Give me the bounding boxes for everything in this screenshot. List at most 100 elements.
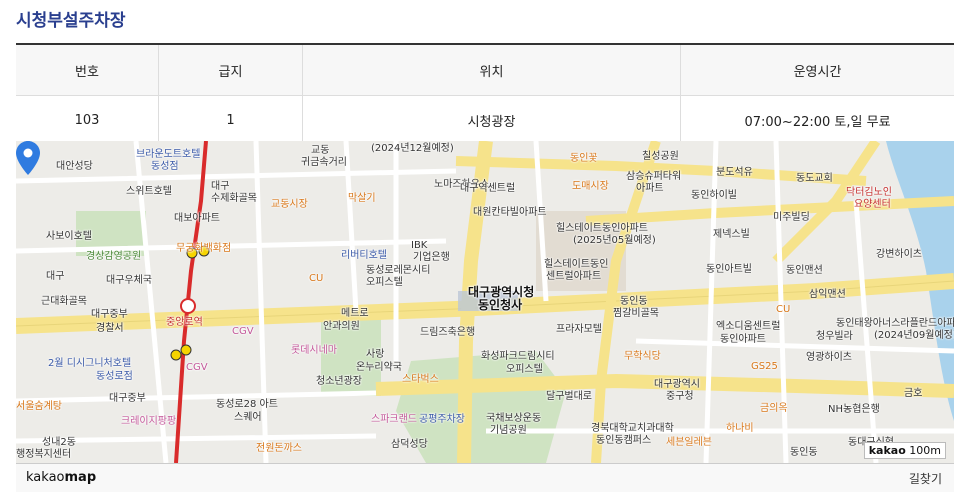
map-label: NH농협은행 (828, 404, 880, 415)
map-label: (2024년12월예정) (371, 143, 454, 154)
map-label: 드림즈축은행 (420, 327, 476, 338)
map-label: 스파크랜드 (371, 414, 417, 425)
map-label: 동도교회 (796, 173, 833, 184)
map-label: 찜갈비골목 (613, 308, 659, 319)
map-label: 금호 (904, 388, 923, 399)
map-label: 온누리약국 (356, 362, 402, 373)
map-footer: kakaomap 길찾기 (16, 463, 954, 492)
header-grade: 급지 (158, 43, 303, 96)
map-label: 대구광역시 (654, 379, 700, 390)
map-label: 무학식당 (624, 351, 661, 362)
map-label: 삼덕성당 (391, 439, 428, 450)
map-label: 동인동 (790, 447, 818, 458)
location-pin-icon[interactable] (16, 141, 40, 175)
map-label: 동인동캠퍼스 (596, 435, 652, 446)
map-label: 사랑 (366, 349, 385, 360)
header-hours: 운영시간 (680, 43, 954, 96)
map-label: 귀금속거리 (301, 157, 347, 168)
map-label: 화성파크드림시티 (481, 351, 555, 362)
map-label: 칠성공원 (642, 151, 679, 162)
map-label: 동인아파트 (720, 334, 766, 345)
map-label: 막살기 (348, 193, 376, 204)
map-label: 대구중부 (91, 309, 128, 320)
map-label: 힐스테이트동인 (544, 259, 609, 270)
map-label: 금의옥 (760, 403, 788, 414)
map-label: CGV (186, 362, 208, 373)
map-label: 동성로28 아트 (216, 399, 278, 410)
map-label: 경상감영공원 (86, 251, 142, 262)
kakao-map[interactable]: 대안성당 브라운도트호텔 동성점 교동 귀금속거리 (2024년12월예정) 칠성공원 동인꽃… (16, 141, 954, 463)
map-label: 기업은행 (413, 252, 450, 263)
map-label: 수제화골목 (211, 193, 257, 204)
header-number: 번호 (16, 43, 159, 96)
map-label: 오피스텔 (366, 277, 403, 288)
map-label: 대구광역시청 (468, 285, 535, 299)
kakaomap-logo[interactable]: kakaomap (26, 470, 96, 485)
map-label: 동성로점 (96, 371, 133, 382)
map-label: 스위트호텔 (126, 186, 172, 197)
map-label: 중구청 (666, 391, 694, 402)
map-label: 동인청사 (478, 298, 523, 312)
map-label: 대구우체국 (106, 275, 152, 286)
map-label: 공평주차장 (419, 414, 465, 425)
map-label: 하나비 (726, 423, 754, 434)
map-label: 삼익맨션 (809, 289, 846, 300)
cell-hours: 07:00~22:00 토,일 무료 (680, 95, 954, 145)
map-label: 대안성당 (56, 161, 93, 172)
map-label: 대구 (211, 181, 230, 192)
map-label: IBK (411, 240, 428, 251)
scale-distance: 100m (909, 444, 941, 457)
table-header-row: 번호 급지 위치 운영시간 (16, 43, 954, 96)
map-label: 서울숨계탕 (16, 401, 62, 412)
map-label: 동성로레몬시티 (366, 265, 431, 276)
map-label: 무궁화백화점 (176, 243, 232, 254)
map-label: 센트럴아파트 (546, 271, 602, 282)
map-label: CU (309, 273, 324, 284)
map-label: 닥터김노인 (846, 187, 892, 198)
map-label: 요양센터 (854, 199, 891, 210)
map-label: 크레이지팡팡 (121, 416, 177, 427)
table-row: 103 1 시청광장 07:00~22:00 토,일 무료 (16, 95, 954, 145)
map-label: 기념공원 (490, 425, 527, 436)
map-label: 대구 (46, 271, 65, 282)
map-label: 분도석유 (716, 167, 753, 178)
map-label: 도매시장 (572, 181, 609, 192)
map-label: 교동 (311, 145, 330, 156)
map-label: 교동시장 (271, 199, 308, 210)
brand-bold: map (64, 470, 97, 485)
map-label: 세븐일레븐 (666, 437, 712, 448)
map-label: (2024년09월예정) (874, 330, 954, 341)
map-label: 오피스텔 (506, 364, 543, 375)
map-label: GS25 (751, 361, 778, 372)
map-label: 아파트 (636, 183, 664, 194)
map-label: 프라자모텔 (556, 324, 602, 335)
map-label: 2월 디시그니처호텔 (48, 358, 132, 369)
map-scale: kakao 100m (863, 442, 946, 459)
map-label: 롯데시네마 (291, 345, 337, 356)
brand-light: kakao (26, 470, 65, 485)
map-label: (2025년05월예정) (573, 235, 656, 246)
map-label: 강변하이츠 (876, 249, 922, 260)
map-label: CU (776, 304, 791, 315)
scale-brand: kakao (868, 444, 906, 457)
map-label: 미주빌딩 (773, 212, 810, 223)
header-location: 위치 (302, 43, 681, 96)
map-label: 영광하이츠 (806, 352, 852, 363)
map-label: 대구중부 (109, 393, 146, 404)
map-label: 스퀘어 (234, 412, 262, 423)
map-label: 동성점 (151, 161, 179, 172)
map-label: 스타벅스 (402, 374, 439, 385)
map-label: 동인맨션 (786, 265, 823, 276)
map-label: 경북대학교치과대학 (591, 423, 674, 434)
map-label: 동인하이빌 (691, 190, 737, 201)
map-label: 경찰서 (96, 323, 124, 334)
map-label: 청소년광장 (316, 376, 362, 387)
map-label: 달구벌대로 (546, 391, 592, 402)
map-label: 메트로 (341, 308, 369, 319)
map-label: 동인꽃 (570, 153, 598, 164)
route-button[interactable]: 길찾기 (909, 470, 942, 487)
map-label: 동인동 (620, 296, 648, 307)
map-label: 동인아트빌 (706, 264, 752, 275)
map-label: 리버티호텔 (341, 250, 387, 261)
map-label: 힐스테이트동인아파트 (556, 223, 648, 234)
